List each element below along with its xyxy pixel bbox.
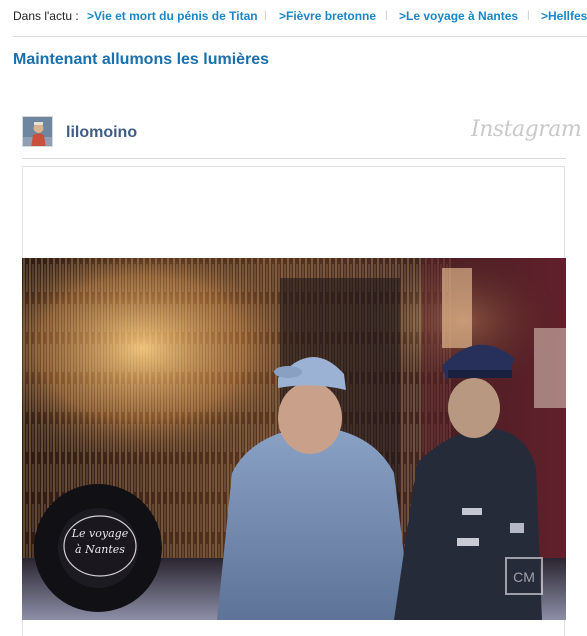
- instagram-logo[interactable]: Instagram: [471, 117, 582, 142]
- avatar[interactable]: [22, 116, 53, 147]
- actu-link-hellfest[interactable]: >Hellfes: [541, 0, 587, 32]
- actu-separator: |: [385, 10, 388, 21]
- photo-image: Le voyage à Nantes CM: [22, 258, 566, 620]
- divider: [13, 36, 587, 37]
- actu-separator: |: [264, 10, 267, 21]
- actu-label: Dans l'actu :: [13, 9, 79, 23]
- tire-text: Le voyage: [71, 527, 129, 540]
- watermark-text: CM: [513, 569, 535, 585]
- actu-separator: |: [527, 10, 530, 21]
- instagram-username[interactable]: lilomoino: [66, 122, 137, 144]
- svg-text:à Nantes: à Nantes: [75, 543, 125, 556]
- article-title: Maintenant allumons les lumières: [13, 51, 270, 68]
- avatar-image: [23, 117, 52, 146]
- actu-link-titan[interactable]: >Vie et mort du pénis de Titan: [87, 0, 258, 32]
- embed-divider: [22, 158, 566, 159]
- actu-bar: Dans l'actu : >Vie et mort du pénis de T…: [0, 0, 587, 32]
- instagram-photo[interactable]: Le voyage à Nantes CM: [22, 258, 566, 620]
- actu-link-fievre-bretonne[interactable]: >Fièvre bretonne: [279, 0, 376, 32]
- actu-link-voyage-nantes[interactable]: >Le voyage à Nantes: [399, 0, 518, 32]
